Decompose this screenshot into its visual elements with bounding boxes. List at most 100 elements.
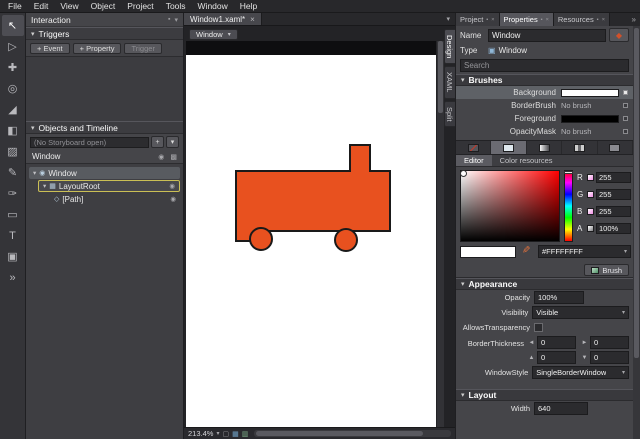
selection-tool-icon[interactable]: ↖ [1,15,24,36]
pin-icon[interactable]: ▪ [541,17,543,23]
scrollbar-thumb[interactable] [438,41,443,113]
pin-icon[interactable]: ▪ [486,17,488,23]
canvas-horizontal-scrollbar[interactable] [254,430,451,437]
objects-timeline-header[interactable]: ▾ Objects and Timeline [26,121,183,134]
close-icon[interactable]: × [546,17,549,23]
menu-item-project[interactable]: Project [121,1,159,11]
eye-icon[interactable]: ◉ [169,182,175,190]
hue-slider-thumb[interactable] [564,171,573,174]
fit-to-screen-icon[interactable]: ▢ [222,430,229,438]
gradient-brush-tab[interactable] [527,141,563,154]
pan-tool-icon[interactable]: ✚ [2,57,24,78]
truck-wheel-right[interactable] [334,228,358,252]
breadcrumb[interactable]: Window ▾ [189,29,238,40]
background-swatch[interactable] [561,88,619,97]
hex-color-input[interactable]: #FFFFFFFF ▾ [538,245,631,258]
eyedropper-tool-icon[interactable]: ◢ [2,99,24,120]
alpha-channel-field[interactable]: 100% [596,223,631,234]
menu-item-object[interactable]: Object [85,1,122,11]
brush-row-background[interactable]: Background [456,86,633,99]
trigger-button[interactable]: Trigger [124,42,162,54]
zoom-dropdown-icon[interactable]: ▾ [216,430,219,437]
panel-scrollbar[interactable] [633,26,640,439]
triggers-section-header[interactable]: ▾ Triggers [26,27,183,40]
truck-wheel-left[interactable] [249,227,273,251]
lock-icon[interactable]: ▩ [170,153,177,161]
direct-selection-tool-icon[interactable]: ▷ [2,36,24,57]
text-tool-icon[interactable]: T [2,225,24,246]
appearance-section-header[interactable]: ▾ Appearance [456,278,633,290]
window-style-dropdown[interactable]: SingleBorderWindow ▾ [532,366,629,379]
current-color-swatch[interactable] [460,246,516,258]
brush-row-borderbrush[interactable]: BorderBrush No brush [456,99,633,112]
layout-section-header[interactable]: ▾ Layout [456,389,633,401]
more-panels-icon[interactable]: » [628,13,640,26]
asset-library-icon[interactable]: » [2,267,24,288]
color-cursor[interactable] [460,170,467,177]
add-property-button[interactable]: + Property [72,42,122,54]
resource-button[interactable]: ◆ [609,28,629,42]
close-icon[interactable]: × [602,17,605,23]
border-top-field[interactable]: 0 [537,351,576,364]
hue-slider[interactable] [564,170,573,242]
tree-node-path[interactable]: ◇ [Path] ◉ [50,193,180,205]
scrollbar-thumb[interactable] [634,28,639,358]
menu-item-window[interactable]: Window [192,1,234,11]
add-event-button[interactable]: + Event [30,42,70,54]
property-marker[interactable] [623,129,628,134]
snap-guides-icon[interactable]: ▥ [242,430,249,438]
close-icon[interactable]: × [491,17,494,23]
view-tab-design[interactable]: Design [444,29,455,65]
eye-icon[interactable]: ◉ [158,153,164,161]
pin-icon[interactable]: ▪ [168,16,170,24]
eye-icon[interactable]: ◉ [170,195,176,203]
allows-transparency-checkbox[interactable] [534,323,543,332]
saturation-value-picker[interactable] [460,170,560,242]
border-right-field[interactable]: 0 [590,336,629,349]
brush-row-opacitymask[interactable]: OpacityMask No brush [456,125,633,138]
expander-icon[interactable]: ▾ [43,182,46,190]
menu-item-view[interactable]: View [54,1,84,11]
zoom-tool-icon[interactable]: ◎ [2,78,24,99]
solid-brush-tab[interactable] [491,141,527,154]
gradient-tool-icon[interactable]: ▨ [2,141,24,162]
tab-list-icon[interactable]: ▾ [441,13,455,25]
editor-tab[interactable]: Editor [456,155,492,166]
color-resources-tab[interactable]: Color resources [492,155,561,166]
brush-row-foreground[interactable]: Foreground [456,112,633,125]
brushes-section-header[interactable]: ▾ Brushes [456,74,633,86]
pin-icon[interactable]: ▪ [597,17,599,23]
expander-icon[interactable]: ▾ [33,169,36,177]
property-search-input[interactable] [460,59,629,72]
border-left-field[interactable]: 0 [537,336,576,349]
green-channel-field[interactable]: 255 [596,189,631,200]
storyboard-options-button[interactable]: ▾ [166,136,179,148]
brush-tool-icon[interactable]: ✎ [2,162,24,183]
eyedropper-icon[interactable]: ✎ [520,245,531,253]
document-tab[interactable]: Window1.xaml* × [184,13,262,25]
snap-grid-icon[interactable]: ▦ [232,430,239,438]
menu-item-edit[interactable]: Edit [28,1,55,11]
tile-brush-tab[interactable] [562,141,598,154]
property-marker[interactable] [623,116,628,121]
tab-project[interactable]: Project ▪ × [456,13,500,26]
property-marker[interactable] [623,103,628,108]
brush-resource-tab[interactable] [598,141,633,154]
controls-tool-icon[interactable]: ▣ [2,246,24,267]
blue-channel-field[interactable]: 255 [596,206,631,217]
design-canvas[interactable] [186,55,436,427]
panel-menu-icon[interactable]: ▾ [174,16,178,24]
paint-bucket-tool-icon[interactable]: ◧ [2,120,24,141]
property-marker[interactable] [623,90,628,95]
storyboard-selector[interactable]: (No Storyboard open) [30,136,149,148]
name-input[interactable] [488,28,606,42]
brush-button[interactable]: Brush [584,264,629,276]
canvas-vertical-scrollbar[interactable] [437,41,444,427]
tree-node-window[interactable]: ▾ ◉ Window [29,167,180,179]
border-bottom-field[interactable]: 0 [590,351,629,364]
opacity-field[interactable]: 100% [534,291,584,304]
tab-properties[interactable]: Properties ▪ × [499,13,554,26]
truck-shape[interactable] [234,143,394,255]
zoom-level[interactable]: 213.4% [188,429,213,438]
menu-item-file[interactable]: File [2,1,28,11]
